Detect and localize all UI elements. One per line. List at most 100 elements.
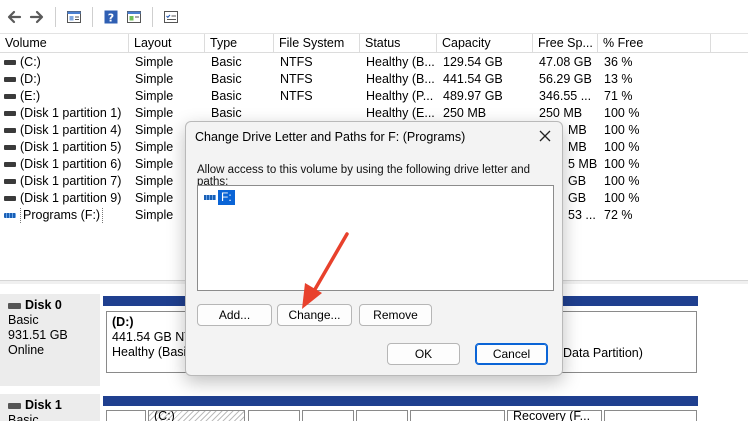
svg-text:?: ? bbox=[108, 11, 114, 24]
volume-percent-free: 100 % bbox=[604, 157, 640, 171]
volume-file-system: NTFS bbox=[280, 72, 313, 86]
drive-icon bbox=[4, 128, 16, 133]
drive-icon bbox=[4, 179, 16, 184]
back-arrow-icon[interactable] bbox=[4, 7, 24, 27]
volume-status: Healthy (E... bbox=[366, 106, 435, 120]
disk-1-bar bbox=[103, 396, 698, 406]
column-header-free-space[interactable]: Free Sp... bbox=[533, 34, 598, 53]
volume-layout: Simple bbox=[135, 55, 174, 69]
disk-type: Basic bbox=[8, 313, 39, 327]
volume-percent-free: 100 % bbox=[604, 191, 640, 205]
help-icon[interactable]: ? bbox=[101, 7, 121, 27]
volume-percent-free: 100 % bbox=[604, 123, 640, 137]
remove-button[interactable]: Remove bbox=[359, 304, 432, 326]
disk-1-label[interactable]: Disk 1 Basic bbox=[0, 394, 100, 421]
volume-layout: Simple bbox=[135, 89, 174, 103]
volume-name: (E:) bbox=[20, 89, 41, 103]
disk-1-partition[interactable] bbox=[106, 410, 146, 421]
disk-1-partition[interactable] bbox=[604, 410, 697, 421]
volume-free-space: 47.08 GB bbox=[539, 55, 592, 69]
volume-file-system: NTFS bbox=[280, 55, 313, 69]
disk-1-partition[interactable] bbox=[410, 410, 505, 421]
volume-free-space: MB bbox=[568, 140, 587, 154]
volume-row[interactable]: (D:) Simple Basic NTFS Healthy (B... 441… bbox=[0, 71, 748, 88]
drive-icon bbox=[4, 77, 16, 82]
volume-row[interactable]: (E:) Simple Basic NTFS Healthy (P... 489… bbox=[0, 88, 748, 105]
drive-blue-icon bbox=[204, 195, 216, 200]
partition-label: (C:) bbox=[154, 410, 175, 421]
disk-1-partition-recovery[interactable]: Recovery (F... bbox=[507, 410, 602, 421]
volume-row[interactable]: (Disk 1 partition 1) Simple Basic Health… bbox=[0, 105, 748, 122]
volume-name: (Disk 1 partition 4) bbox=[20, 123, 122, 137]
volume-percent-free: 36 % bbox=[604, 55, 633, 69]
volume-free-space: MB bbox=[568, 123, 587, 137]
column-header-type[interactable]: Type bbox=[205, 34, 274, 53]
volume-percent-free: 100 % bbox=[604, 140, 640, 154]
volume-status: Healthy (P... bbox=[366, 89, 434, 103]
toolbar-separator bbox=[92, 6, 93, 27]
drive-icon bbox=[4, 196, 16, 201]
close-icon[interactable] bbox=[536, 127, 554, 145]
disk-name: Disk 0 bbox=[25, 298, 62, 312]
disk-1-partition[interactable] bbox=[356, 410, 408, 421]
disk-management-window: ? Volume Layout Type File System Status … bbox=[0, 0, 748, 421]
paths-listbox[interactable]: F: bbox=[197, 185, 554, 291]
volume-file-system: NTFS bbox=[280, 89, 313, 103]
volume-status: Healthy (B... bbox=[366, 55, 435, 69]
volume-percent-free: 71 % bbox=[604, 89, 633, 103]
view-icon[interactable] bbox=[124, 7, 144, 27]
path-item-f[interactable]: F: bbox=[204, 190, 235, 205]
volume-percent-free: 100 % bbox=[604, 174, 640, 188]
column-header-file-system[interactable]: File System bbox=[274, 34, 360, 53]
toolbar-separator bbox=[152, 6, 153, 27]
drive-icon bbox=[4, 60, 16, 65]
toolbar: ? bbox=[0, 0, 748, 34]
column-header-status[interactable]: Status bbox=[360, 34, 437, 53]
disk-1-partition-c[interactable]: (C:) bbox=[148, 410, 245, 421]
disk-name: Disk 1 bbox=[25, 398, 62, 412]
dialog-title: Change Drive Letter and Paths for F: (Pr… bbox=[195, 130, 466, 144]
disk-0-label[interactable]: Disk 0 Basic 931.51 GB Online bbox=[0, 294, 100, 386]
volume-name: (C:) bbox=[20, 55, 41, 69]
drive-blue-icon bbox=[4, 213, 16, 218]
volume-free-space: 56.29 GB bbox=[539, 72, 592, 86]
volume-capacity: 250 MB bbox=[443, 106, 487, 120]
column-header-layout[interactable]: Layout bbox=[129, 34, 205, 53]
volume-list-header: Volume Layout Type File System Status Ca… bbox=[0, 34, 748, 53]
cancel-button[interactable]: Cancel bbox=[475, 343, 548, 365]
partition-status: Data Partition) bbox=[563, 346, 643, 360]
properties-icon[interactable] bbox=[64, 7, 84, 27]
disk-1-partition[interactable] bbox=[248, 410, 300, 421]
volume-percent-free: 13 % bbox=[604, 72, 633, 86]
volume-name: (Disk 1 partition 9) bbox=[20, 191, 122, 205]
disk-1-partition[interactable] bbox=[302, 410, 354, 421]
volume-row[interactable]: (C:) Simple Basic NTFS Healthy (B... 129… bbox=[0, 54, 748, 71]
volume-free-space: GB bbox=[568, 174, 587, 188]
checklist-icon[interactable] bbox=[161, 7, 181, 27]
volume-capacity: 129.54 GB bbox=[443, 55, 503, 69]
add-button[interactable]: Add... bbox=[197, 304, 272, 326]
volume-percent-free: 100 % bbox=[604, 106, 640, 120]
volume-free-space: 5 MB bbox=[568, 157, 598, 171]
disk-status: Online bbox=[8, 343, 45, 357]
drive-icon bbox=[4, 94, 16, 99]
ok-button[interactable]: OK bbox=[387, 343, 460, 365]
forward-arrow-icon[interactable] bbox=[27, 7, 47, 27]
volume-type: Basic bbox=[211, 72, 242, 86]
volume-free-space: 53 ... bbox=[568, 208, 596, 222]
volume-name: (Disk 1 partition 7) bbox=[20, 174, 122, 188]
volume-layout: Simple bbox=[135, 72, 174, 86]
drive-icon bbox=[4, 162, 16, 167]
column-header-percent-free[interactable]: % Free bbox=[598, 34, 711, 53]
disk-icon bbox=[8, 302, 21, 309]
change-button[interactable]: Change... bbox=[277, 304, 352, 326]
volume-percent-free: 72 % bbox=[604, 208, 633, 222]
volume-file-system bbox=[274, 105, 360, 122]
column-header-capacity[interactable]: Capacity bbox=[437, 34, 533, 53]
volume-status: Healthy (B... bbox=[366, 72, 435, 86]
column-header-volume[interactable]: Volume bbox=[0, 34, 129, 53]
volume-free-space: 346.55 ... bbox=[539, 89, 592, 103]
change-drive-letter-dialog: Change Drive Letter and Paths for F: (Pr… bbox=[185, 121, 563, 376]
volume-name: (Disk 1 partition 6) bbox=[20, 157, 122, 171]
volume-layout: Simple bbox=[135, 106, 174, 120]
